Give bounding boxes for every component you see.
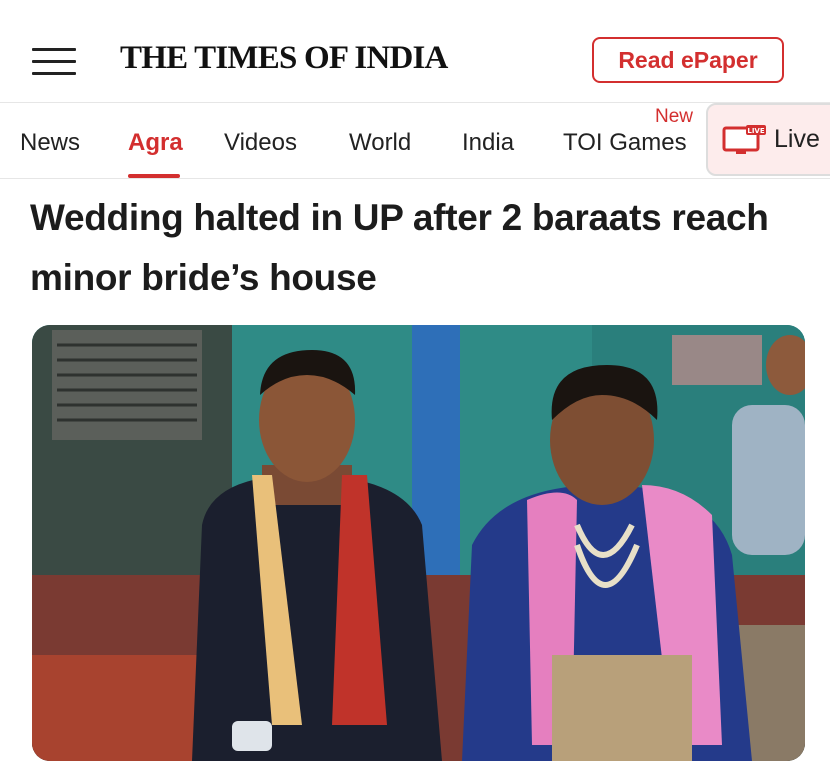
nav-item-videos[interactable]: Videos bbox=[224, 129, 297, 157]
photo-two-grooms bbox=[32, 325, 805, 761]
site-logo[interactable]: THE TIMES OF INDIA bbox=[120, 40, 448, 77]
nav-item-world[interactable]: World bbox=[349, 129, 411, 157]
nav-item-agra[interactable]: Agra bbox=[128, 129, 183, 157]
nav-item-toi-games[interactable]: TOI Games bbox=[563, 129, 687, 157]
article-headline[interactable]: Wedding halted in UP after 2 baraats rea… bbox=[30, 188, 790, 308]
live-icon-badge: LIVE bbox=[747, 127, 764, 135]
new-badge: New bbox=[655, 106, 694, 127]
read-epaper-button[interactable]: Read ePaper bbox=[592, 37, 784, 83]
section-nav: News Agra Videos World India New TOI Gam… bbox=[0, 103, 830, 179]
live-button[interactable]: LIVE Live bbox=[706, 103, 830, 176]
nav-item-india[interactable]: India bbox=[462, 129, 514, 157]
nav-item-news[interactable]: News bbox=[20, 129, 80, 157]
site-header: THE TIMES OF INDIA Read ePaper bbox=[0, 0, 830, 103]
article-hero-image[interactable] bbox=[32, 325, 805, 761]
live-label: Live bbox=[774, 125, 820, 153]
live-tv-icon: LIVE bbox=[722, 124, 766, 154]
hamburger-menu-icon[interactable] bbox=[32, 48, 76, 76]
active-tab-indicator bbox=[128, 174, 180, 178]
